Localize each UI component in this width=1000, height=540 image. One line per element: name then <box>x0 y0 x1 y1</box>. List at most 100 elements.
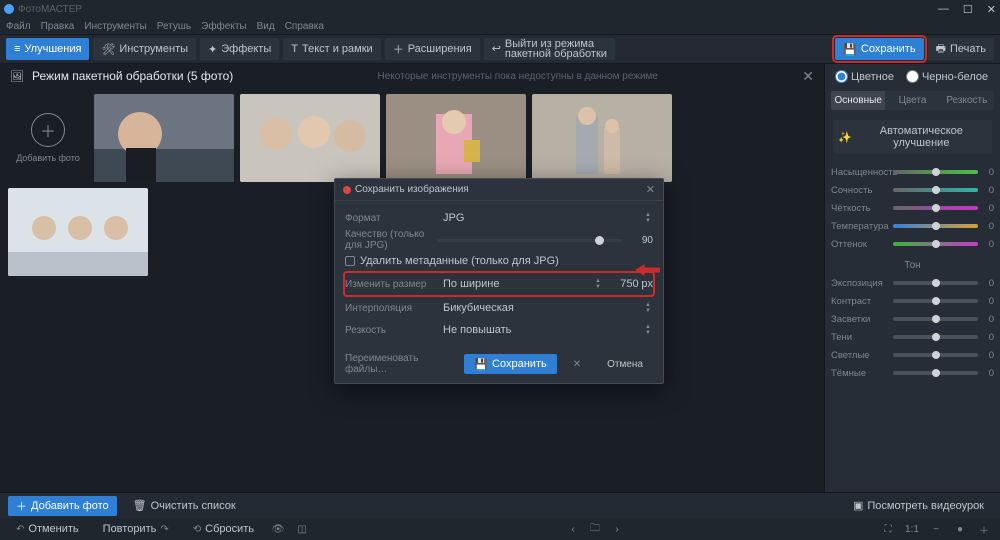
wrench-icon: 🛠 <box>101 43 115 56</box>
auto-enhance-button[interactable]: ✨Автоматическое улучшение <box>833 120 992 154</box>
undo-button[interactable]: ↶ Отменить <box>8 519 87 539</box>
plus-icon: ＋ <box>16 498 27 514</box>
dialog-cancel-x[interactable]: ✕ <box>563 354 591 374</box>
interp-label: Интерполяция <box>345 303 431 314</box>
dialog-cancel-button[interactable]: Отмена <box>597 354 653 374</box>
zoom-out-icon[interactable]: − <box>928 521 944 537</box>
format-label: Формат <box>345 213 431 224</box>
quality-label: Качество (только для JPG) <box>345 229 431 251</box>
sharp-label: Резкость <box>345 325 431 336</box>
tab-enhance[interactable]: ≡Улучшения <box>6 38 89 60</box>
resize-select[interactable]: По ширине▲▼ <box>437 275 603 293</box>
slider-blacks[interactable]: Тёмные0 <box>831 365 994 381</box>
batch-title: Режим пакетной обработки (5 фото) <box>32 69 233 83</box>
resize-px[interactable]: 750 px <box>609 278 653 290</box>
tab-text-frames[interactable]: TТекст и рамки <box>283 38 380 60</box>
slider-whites[interactable]: Светлые0 <box>831 347 994 363</box>
side-panel: Цветное Черно-белое Основные Цвета Резко… <box>824 64 1000 492</box>
thumbnail[interactable] <box>240 94 380 182</box>
compare-icon[interactable]: ◫ <box>294 521 310 537</box>
batch-note: Некоторые инструменты пока недоступны в … <box>241 71 794 82</box>
tab-effects[interactable]: ✦Эффекты <box>200 38 279 60</box>
wand-icon: ✨ <box>838 131 852 144</box>
prev-icon[interactable]: ‹ <box>565 521 581 537</box>
window-maximize-icon[interactable]: ☐ <box>963 3 973 16</box>
slider-temperature[interactable]: Температура0 <box>831 218 994 234</box>
slider-contrast[interactable]: Контраст0 <box>831 293 994 309</box>
side-tabs: Основные Цвета Резкость <box>831 91 994 110</box>
reset-button[interactable]: ⟲ Сбросить <box>185 519 262 539</box>
thumbnail[interactable] <box>386 94 526 182</box>
exit-icon: ↩ <box>492 44 501 54</box>
fit-icon[interactable]: ⛶ <box>880 521 896 537</box>
redo-button[interactable]: Повторить ↷ <box>95 519 177 539</box>
menu-bar: Файл Правка Инструменты Ретушь Эффекты В… <box>0 18 1000 34</box>
thumbnail[interactable] <box>532 94 672 182</box>
menu-help[interactable]: Справка <box>285 21 324 32</box>
quality-slider[interactable] <box>437 239 623 242</box>
window-close-icon[interactable]: ✕ <box>987 3 996 16</box>
radio-color[interactable]: Цветное <box>835 70 894 83</box>
strip-metadata-checkbox[interactable]: Удалить метаданные (только для JPG) <box>345 251 653 271</box>
slider-exposure[interactable]: Экспозиция0 <box>831 275 994 291</box>
window-minimize-icon[interactable]: — <box>938 3 949 16</box>
dialog-logo-icon <box>343 186 351 194</box>
slider-saturation[interactable]: Насыщенность0 <box>831 164 994 180</box>
tab-colors[interactable]: Цвета <box>885 91 939 110</box>
menu-edit[interactable]: Правка <box>41 21 75 32</box>
interp-select[interactable]: Бикубическая▲▼ <box>437 299 653 317</box>
slider-clarity[interactable]: Чёткость0 <box>831 200 994 216</box>
save-button[interactable]: 💾Сохранить <box>835 38 923 60</box>
save-icon: 💾 <box>843 43 857 56</box>
radio-bw[interactable]: Черно-белое <box>906 70 988 83</box>
batch-icon: 🖼 <box>10 70 24 83</box>
slider-tint[interactable]: Оттенок0 <box>831 236 994 252</box>
status-bar: ↶ Отменить Повторить ↷ ⟲ Сбросить 👁 ◫ ‹ … <box>0 518 1000 540</box>
thumbnail[interactable] <box>94 94 234 182</box>
trash-icon: 🗑 <box>133 499 147 512</box>
zoom-slider[interactable]: ● <box>952 521 968 537</box>
tab-extensions[interactable]: ＋Расширения <box>385 38 480 60</box>
menu-retouch[interactable]: Ретушь <box>157 21 191 32</box>
tutorial-button[interactable]: ▣Посмотреть видеоурок <box>845 496 992 516</box>
sharp-select[interactable]: Не повышать▲▼ <box>437 321 653 339</box>
clear-list-button[interactable]: 🗑Очистить список <box>125 496 244 516</box>
thumbnail[interactable] <box>8 188 148 276</box>
zoom-in-icon[interactable]: ＋ <box>976 521 992 537</box>
slider-shadows[interactable]: Тени0 <box>831 329 994 345</box>
exit-batch-button[interactable]: ↩ Выйти из режимапакетной обработки <box>484 38 615 60</box>
video-icon: ▣ <box>853 499 863 512</box>
quality-value: 90 <box>629 235 653 246</box>
tab-basic[interactable]: Основные <box>831 91 885 110</box>
format-select[interactable]: JPG▲▼ <box>437 209 653 227</box>
tab-sharpness[interactable]: Резкость <box>940 91 994 110</box>
close-batch-icon[interactable]: ✕ <box>802 68 814 85</box>
next-icon[interactable]: › <box>609 521 625 537</box>
slider-highlights[interactable]: Засветки0 <box>831 311 994 327</box>
menu-effects[interactable]: Эффекты <box>201 21 246 32</box>
rename-files-link[interactable]: Переименовать файлы… <box>345 353 452 375</box>
plus-icon: ＋ <box>393 41 404 57</box>
save-dialog: Сохранить изображения ✕ Формат JPG▲▼ Кач… <box>334 178 664 384</box>
main-toolbar: ≡Улучшения 🛠Инструменты ✦Эффекты TТекст … <box>0 34 1000 64</box>
dialog-close-icon[interactable]: ✕ <box>646 183 655 196</box>
save-icon: 💾 <box>474 358 488 371</box>
app-name: ФотоМАСТЕР <box>18 4 82 15</box>
sliders-icon: ≡ <box>14 43 20 55</box>
zoom-11[interactable]: 1:1 <box>904 521 920 537</box>
print-icon: 🖶 <box>936 40 946 59</box>
add-photo-tile[interactable]: ＋ Добавить фото <box>8 94 88 182</box>
tab-tools[interactable]: 🛠Инструменты <box>93 38 196 60</box>
menu-file[interactable]: Файл <box>6 21 31 32</box>
eye-icon[interactable]: 👁 <box>270 521 286 537</box>
menu-tools[interactable]: Инструменты <box>84 21 146 32</box>
print-button[interactable]: 🖶Печать <box>928 38 994 60</box>
plus-circle-icon: ＋ <box>31 113 65 147</box>
dialog-save-button[interactable]: 💾Сохранить <box>464 354 556 374</box>
text-icon: T <box>291 43 298 55</box>
section-tone: Тон <box>831 260 994 271</box>
folder-icon[interactable]: 🗀 <box>587 521 603 537</box>
menu-view[interactable]: Вид <box>257 21 275 32</box>
add-photo-button[interactable]: ＋Добавить фото <box>8 496 117 516</box>
slider-vibrance[interactable]: Сочность0 <box>831 182 994 198</box>
